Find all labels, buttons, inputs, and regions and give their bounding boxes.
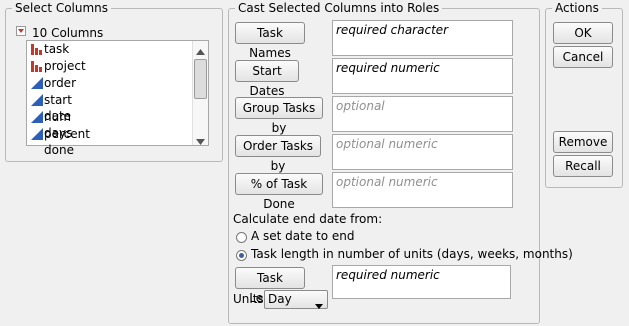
nominal-column-icon (30, 42, 44, 56)
columns-scrollbar[interactable] (192, 41, 208, 145)
actions-legend: Actions (552, 1, 602, 15)
continuous-column-icon (30, 76, 44, 90)
radio-set-date-label[interactable]: A set date to end (251, 229, 355, 243)
scroll-down-icon[interactable] (196, 134, 205, 148)
order-tasks-by-field[interactable]: optional numeric (332, 134, 513, 170)
start-dates-button[interactable]: Start Dates (235, 60, 299, 98)
radio-task-length[interactable] (236, 250, 247, 261)
group-tasks-by-field[interactable]: optional (332, 96, 513, 132)
task-names-field[interactable]: required character (332, 20, 513, 56)
column-label: percent done (44, 127, 90, 157)
scroll-thumb[interactable] (194, 59, 207, 99)
cast-roles-legend: Cast Selected Columns into Roles (235, 1, 443, 15)
columns-list[interactable]: task project order start date num days p… (26, 40, 209, 157)
units-label: Units: (233, 292, 268, 306)
order-tasks-by-button[interactable]: Order Tasks by (235, 135, 321, 173)
columns-count-label: 10 Columns (32, 26, 104, 40)
remove-button[interactable]: Remove (553, 131, 613, 153)
ok-button[interactable]: OK (553, 22, 613, 44)
task-length-button[interactable]: Task Length (235, 267, 305, 305)
recall-button[interactable]: Recall (553, 155, 613, 177)
units-select[interactable]: Day (264, 290, 328, 309)
radio-task-length-label[interactable]: Task length in number of units (days, we… (251, 247, 573, 261)
radio-set-date[interactable] (236, 232, 247, 243)
column-label: order (44, 76, 76, 90)
scroll-up-icon[interactable] (196, 44, 205, 58)
continuous-column-icon (30, 127, 44, 141)
columns-menu-icon[interactable] (16, 26, 26, 36)
cancel-button[interactable]: Cancel (553, 46, 613, 68)
percent-task-done-field[interactable]: optional numeric (332, 172, 513, 208)
chevron-down-icon (315, 297, 323, 314)
column-label: task (44, 42, 70, 56)
select-columns-legend: Select Columns (12, 1, 112, 15)
percent-task-done-button[interactable]: % of Task Done (235, 173, 323, 211)
continuous-column-icon (30, 110, 44, 124)
start-dates-field[interactable]: required numeric (332, 58, 513, 94)
continuous-column-icon (30, 93, 44, 107)
task-names-button[interactable]: Task Names (235, 22, 305, 60)
nominal-column-icon (30, 59, 44, 73)
calculate-end-date-label: Calculate end date from: (233, 212, 383, 226)
group-tasks-by-button[interactable]: Group Tasks by (235, 97, 323, 135)
task-length-field[interactable]: required numeric (332, 265, 511, 299)
column-label: project (44, 59, 86, 73)
units-select-value: Day (268, 292, 292, 306)
